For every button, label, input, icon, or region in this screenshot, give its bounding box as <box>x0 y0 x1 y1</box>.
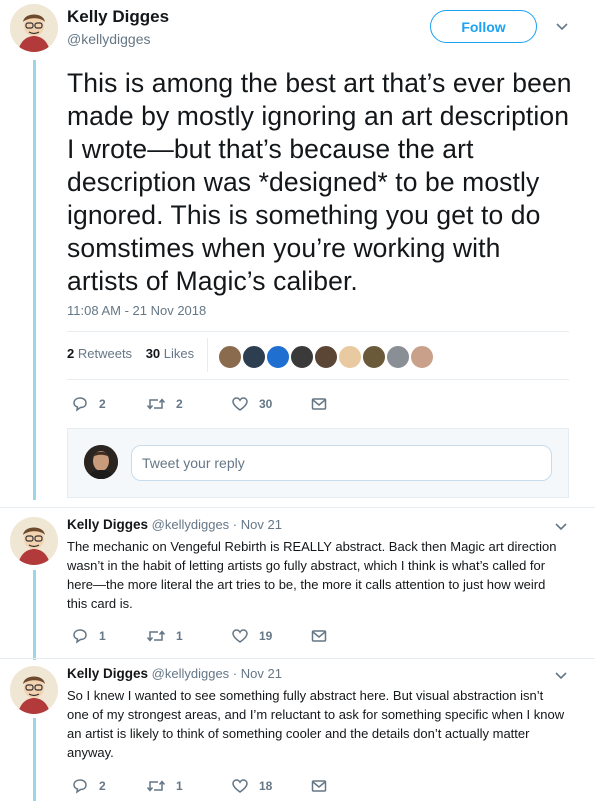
likes-label[interactable]: Likes <box>164 346 194 361</box>
author-name[interactable]: Kelly Digges <box>67 7 169 27</box>
reply-action[interactable]: 1 <box>71 628 106 644</box>
likes-count[interactable]: 30 <box>146 346 160 361</box>
envelope-icon <box>311 398 327 410</box>
reply-icon <box>73 779 87 794</box>
chevron-down-icon[interactable] <box>555 22 569 32</box>
reply-author-handle[interactable]: @kellydigges <box>152 666 230 681</box>
reply-author-handle[interactable]: @kellydigges <box>152 517 230 532</box>
tweet-timestamp[interactable]: 11:08 AM - 21 Nov 2018 <box>67 303 206 318</box>
reply-count: 1 <box>99 629 106 643</box>
tweet-text: This is among the best art that’s ever b… <box>67 68 572 296</box>
heart-icon <box>232 397 248 411</box>
reply-date[interactable]: · Nov 21 <box>233 666 282 681</box>
like-action[interactable]: 30 <box>231 396 272 412</box>
retweet-icon <box>146 780 166 792</box>
like-count: 19 <box>259 629 273 643</box>
user-photo-icon <box>84 445 118 479</box>
liker-avatar[interactable] <box>385 344 411 370</box>
envelope-icon <box>311 630 327 642</box>
liker-avatar[interactable] <box>265 344 291 370</box>
cartoon-avatar-icon <box>10 517 58 565</box>
liker-avatar[interactable] <box>289 344 315 370</box>
cartoon-avatar-icon <box>10 4 58 52</box>
reply-icon <box>73 397 87 412</box>
envelope-icon <box>311 780 327 792</box>
liker-avatar[interactable] <box>361 344 387 370</box>
retweet-count: 1 <box>176 629 183 643</box>
cartoon-avatar-icon <box>10 666 58 714</box>
retweet-action[interactable]: 1 <box>146 628 183 644</box>
reply-header: Kelly Digges @kellydigges · Nov 21 <box>67 517 282 532</box>
divider <box>67 379 569 380</box>
divider <box>207 338 208 372</box>
like-count: 30 <box>259 397 273 411</box>
reply-action[interactable]: 2 <box>71 778 106 794</box>
retweet-action[interactable]: 1 <box>146 778 183 794</box>
current-user-avatar <box>84 445 118 479</box>
follow-button[interactable]: Follow <box>430 10 537 43</box>
liker-avatar[interactable] <box>241 344 267 370</box>
chevron-down-icon[interactable] <box>554 522 568 532</box>
reply-header: Kelly Digges @kellydigges · Nov 21 <box>67 666 282 681</box>
reply-text: The mechanic on Vengeful Rebirth is REAL… <box>67 539 557 611</box>
thread-line <box>33 60 36 500</box>
reply-author-name[interactable]: Kelly Digges <box>67 666 148 681</box>
dm-action[interactable] <box>311 779 327 793</box>
retweet-icon <box>146 630 166 642</box>
retweets-label[interactable]: Retweets <box>78 346 132 361</box>
reply-input[interactable]: Tweet your reply <box>131 445 552 481</box>
reply-text: So I knew I wanted to see something full… <box>67 688 565 760</box>
retweet-count: 1 <box>176 779 183 793</box>
dm-action[interactable] <box>311 397 327 411</box>
thread-line <box>33 570 36 660</box>
reply-date[interactable]: · Nov 21 <box>233 517 282 532</box>
heart-icon <box>232 629 248 643</box>
reply-author-name[interactable]: Kelly Digges <box>67 517 148 532</box>
tweet-stats: 2 Retweets 30 Likes <box>67 346 194 361</box>
retweets-count[interactable]: 2 <box>67 346 74 361</box>
divider <box>67 331 569 332</box>
like-action[interactable]: 18 <box>231 778 272 794</box>
liker-avatar[interactable] <box>337 344 363 370</box>
reply-icon <box>73 629 87 644</box>
reply-author-avatar[interactable] <box>10 666 58 714</box>
reply-count: 2 <box>99 397 106 411</box>
divider <box>0 507 595 508</box>
reply-count: 2 <box>99 779 106 793</box>
liker-avatar[interactable] <box>409 344 435 370</box>
chevron-down-icon[interactable] <box>554 671 568 681</box>
retweet-icon <box>146 398 166 410</box>
divider <box>0 658 595 659</box>
like-action[interactable]: 19 <box>231 628 272 644</box>
author-avatar[interactable] <box>10 4 58 52</box>
dm-action[interactable] <box>311 629 327 643</box>
author-handle[interactable]: @kellydigges <box>67 31 150 47</box>
liker-avatar[interactable] <box>217 344 243 370</box>
heart-icon <box>232 779 248 793</box>
retweet-count: 2 <box>176 397 183 411</box>
like-count: 18 <box>259 779 273 793</box>
reply-action[interactable]: 2 <box>71 396 106 412</box>
liker-avatar[interactable] <box>313 344 339 370</box>
reply-author-avatar[interactable] <box>10 517 58 565</box>
retweet-action[interactable]: 2 <box>146 396 183 412</box>
thread-line <box>33 718 36 801</box>
